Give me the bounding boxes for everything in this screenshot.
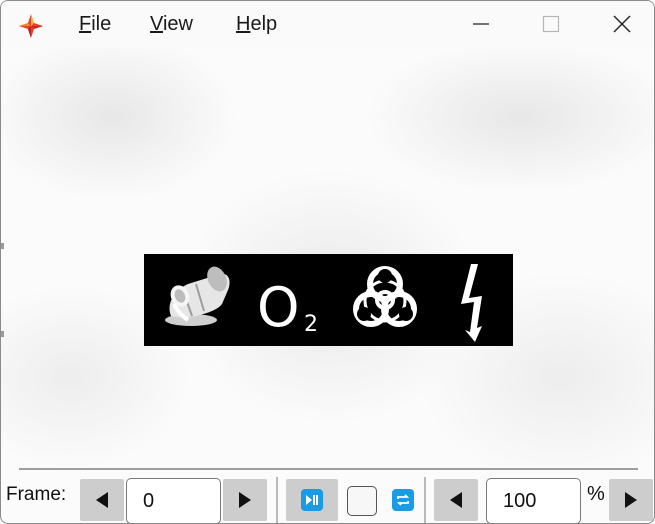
toolbar-separator [276, 477, 278, 523]
frame-label: Frame: [6, 484, 67, 505]
loop-icon[interactable] [392, 489, 414, 511]
zoom-unit-label: % [587, 483, 605, 505]
zoom-out-button[interactable] [434, 479, 478, 521]
menu-help-label: elp [250, 13, 278, 35]
app-logo-icon [19, 14, 43, 38]
sprite-icons: O 2 [165, 264, 482, 342]
menu-file-accel: F [79, 13, 92, 35]
play-pause-icon [301, 489, 323, 511]
arrow-left-icon [96, 492, 108, 508]
menu-help[interactable]: Help [236, 13, 277, 36]
toolbar-divider [19, 468, 638, 470]
paint-bucket-spill-icon [165, 266, 230, 326]
frame-input[interactable]: 0 [126, 478, 221, 523]
arrow-right-icon [625, 492, 637, 508]
minimize-icon [473, 23, 489, 25]
arrow-right-icon [239, 492, 251, 508]
loop-checkbox[interactable] [347, 486, 377, 516]
menu-file[interactable]: File [79, 13, 111, 36]
menu-view-label: iew [162, 13, 193, 35]
maximize-button [523, 1, 579, 47]
electricity-bolt-icon [461, 264, 482, 342]
maximize-icon [542, 15, 560, 33]
menu-help-accel: H [236, 13, 251, 35]
menu-view[interactable]: View [150, 13, 193, 36]
preview-area: O 2 [1, 47, 654, 465]
edge-marker [1, 243, 4, 249]
previous-frame-button[interactable] [80, 479, 124, 521]
menu-view-accel: V [150, 13, 163, 35]
app-window: File View Help O 2 Frame: 0 100 % [0, 0, 655, 524]
oxygen-symbol: O [257, 276, 300, 339]
toolbar-separator [424, 477, 426, 523]
title-bar: File View Help [1, 1, 654, 47]
close-icon [613, 15, 631, 33]
oxygen-subscript: 2 [304, 312, 318, 337]
arrow-left-icon [450, 492, 462, 508]
biohazard-icon [353, 266, 417, 327]
minimize-button[interactable] [453, 1, 509, 47]
zoom-in-button[interactable] [609, 479, 653, 521]
play-pause-button[interactable] [286, 479, 338, 521]
menu-file-label: ile [91, 13, 112, 35]
oxygen-icon: O 2 [257, 276, 318, 339]
sprite-image: O 2 [144, 254, 513, 346]
close-button[interactable] [594, 1, 650, 47]
edge-marker [1, 331, 4, 337]
zoom-input[interactable]: 100 [486, 478, 581, 523]
next-frame-button[interactable] [223, 479, 267, 521]
